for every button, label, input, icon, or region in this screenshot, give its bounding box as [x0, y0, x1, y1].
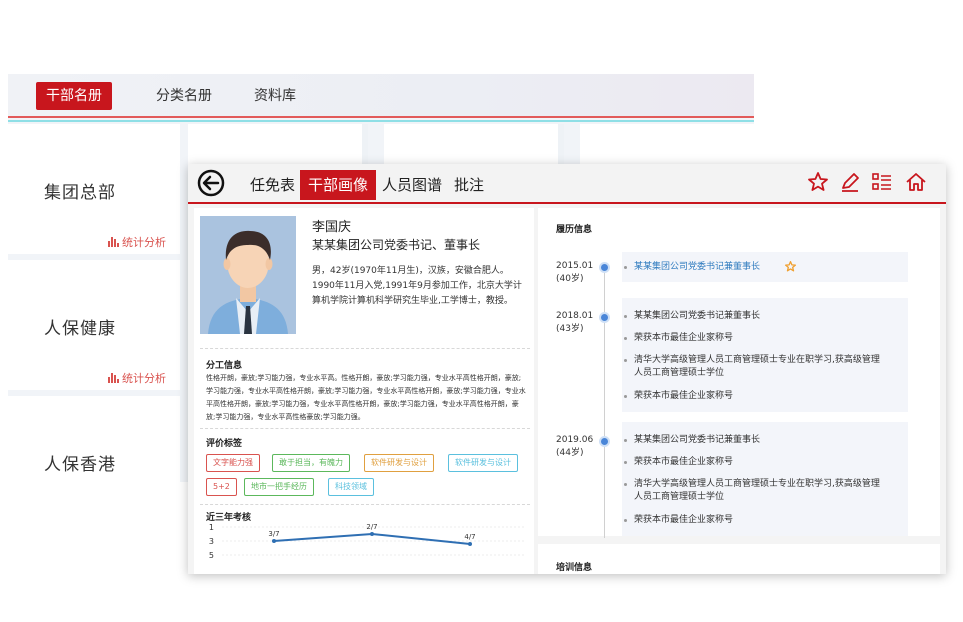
- training-panel: 培训信息: [538, 544, 940, 574]
- profile-toolbar: 任免表 干部画像 人员图谱 批注: [188, 164, 946, 204]
- section-divider: [200, 428, 530, 429]
- timeline-item: 清华大学高级管理人员工商管理硕士专业在职学习,获高级管理人员工商管理硕士学位: [624, 478, 884, 504]
- tab-appointment-form[interactable]: 任免表: [242, 170, 303, 200]
- timeline-entry: 某某集团公司党委书记兼董事长: [622, 252, 908, 282]
- y-tick-label: 1: [209, 523, 214, 532]
- timeline-item[interactable]: 某某集团公司党委书记兼董事长: [624, 261, 774, 274]
- org-card-hongkong[interactable]: 人保香港: [8, 396, 180, 482]
- section-divider: [200, 504, 530, 505]
- point-label: 4/7: [464, 533, 475, 541]
- assessment-point: [272, 539, 276, 543]
- timeline-item: 荣获本市最佳企业家称号: [624, 390, 884, 403]
- statistics-link-label: 统计分析: [122, 372, 166, 385]
- timeline-line: [604, 268, 605, 538]
- profile-panel: 李国庆 某某集团公司党委书记、董事长 男，42岁(1970年11月生)，汉族，安…: [194, 208, 534, 574]
- resume-title: 履历信息: [556, 225, 593, 235]
- tab-relation-graph[interactable]: 人员图谱: [374, 170, 450, 200]
- y-tick-label: 3: [209, 537, 214, 546]
- point-label: 2/7: [366, 523, 377, 531]
- division-title: 分工信息: [206, 361, 243, 371]
- tab-category-roster[interactable]: 分类名册: [146, 82, 222, 110]
- training-title: 培训信息: [556, 563, 593, 573]
- statistics-link[interactable]: 统计分析: [108, 370, 166, 386]
- assessment-point: [370, 532, 374, 536]
- evaluation-tag: 软件研发与设计: [448, 454, 518, 472]
- timeline-dot: [599, 436, 610, 447]
- timeline-item: 荣获本市最佳企业家称号: [624, 456, 884, 469]
- evaluation-tag: 敢于担当，有魄力: [272, 454, 350, 472]
- tab-annotation[interactable]: 批注: [446, 170, 492, 200]
- header-divider: [8, 120, 754, 122]
- list-icon[interactable]: [870, 170, 894, 194]
- timeline-item: 某某集团公司党委书记兼董事长: [624, 434, 884, 447]
- back-arrow-icon[interactable]: [196, 168, 226, 198]
- org-card-title: 集团总部: [44, 183, 116, 203]
- star-icon: [784, 260, 797, 272]
- org-card-title: 人保香港: [44, 455, 116, 475]
- evaluation-tag: 软件研发与设计: [364, 454, 434, 472]
- assessment-chart: 1 3 5 3/7 2/7 4/7: [209, 523, 524, 560]
- assessment-point: [468, 542, 472, 546]
- evaluation-tag: 文字能力强: [206, 454, 260, 472]
- cadre-profile-window: 任免表 干部画像 人员图谱 批注 李国庆 某某集团公司党委书记、董事长 男，42…: [188, 164, 946, 574]
- org-card-headquarters[interactable]: 集团总部 统计分析: [8, 124, 180, 254]
- y-tick-label: 5: [209, 551, 214, 560]
- home-icon[interactable]: [904, 170, 928, 194]
- timeline-date: 2018.01 (43岁): [556, 311, 594, 334]
- edit-icon[interactable]: [838, 170, 862, 194]
- timeline-item: 荣获本市最佳企业家称号: [624, 332, 884, 345]
- timeline-date: 2015.01 (40岁): [556, 261, 594, 284]
- tags-title: 评价标签: [206, 439, 243, 449]
- statistics-link[interactable]: 统计分析: [108, 234, 166, 250]
- evaluation-tag: 科技领域: [328, 478, 374, 496]
- evaluation-tag: 地市一把手经历: [244, 478, 314, 496]
- timeline-entry: 某某集团公司党委书记兼董事长 荣获本市最佳企业家称号 清华大学高级管理人员工商管…: [622, 298, 908, 412]
- division-text: 性格开朗，豪放;学习能力强，专业水平高。性格开朗，豪放;学习能力强，专业水平高性…: [206, 374, 526, 421]
- org-card-title: 人保健康: [44, 319, 116, 339]
- timeline-dot: [599, 312, 610, 323]
- screenshot-stage: 干部名册 分类名册 资料库 集团总部 统计分析 人保健康 统计分析 人保香港 任…: [0, 0, 963, 622]
- statistics-link-label: 统计分析: [122, 236, 166, 249]
- evaluation-tag: 5+2: [206, 478, 237, 496]
- timeline-item: 某某集团公司党委书记兼董事长: [624, 310, 884, 323]
- timeline-date: 2019.06 (44岁): [556, 435, 594, 458]
- bar-chart-icon: [108, 373, 119, 383]
- bar-chart-icon: [108, 237, 119, 247]
- roster-tab-bar: 干部名册 分类名册 资料库: [8, 74, 754, 118]
- timeline-item: 清华大学高级管理人员工商管理硕士专业在职学习,获高级管理人员工商管理硕士学位: [624, 354, 884, 380]
- tab-cadre-portrait[interactable]: 干部画像: [300, 170, 377, 200]
- timeline-dot: [599, 262, 610, 273]
- section-divider: [200, 348, 530, 349]
- avatar: [200, 216, 296, 334]
- point-label: 3/7: [268, 530, 279, 538]
- timeline-entry: 某某集团公司党委书记兼董事长 荣获本市最佳企业家称号 清华大学高级管理人员工商管…: [622, 422, 908, 536]
- person-name: 李国庆: [312, 220, 352, 235]
- tab-library[interactable]: 资料库: [244, 82, 306, 110]
- resume-panel: 履历信息 2015.01 (40岁) 某某集团公司党委书记兼董事长 2018.0…: [538, 208, 940, 538]
- timeline-item: 荣获本市最佳企业家称号: [624, 514, 884, 527]
- person-position: 某某集团公司党委书记、董事长: [312, 238, 481, 252]
- org-card-health[interactable]: 人保健康 统计分析: [8, 260, 180, 390]
- tab-cadre-roster[interactable]: 干部名册: [36, 82, 112, 110]
- star-icon[interactable]: [806, 170, 830, 194]
- person-description: 男，42岁(1970年11月生)，汉族，安徽合肥人。1990年11月入党,199…: [312, 266, 522, 306]
